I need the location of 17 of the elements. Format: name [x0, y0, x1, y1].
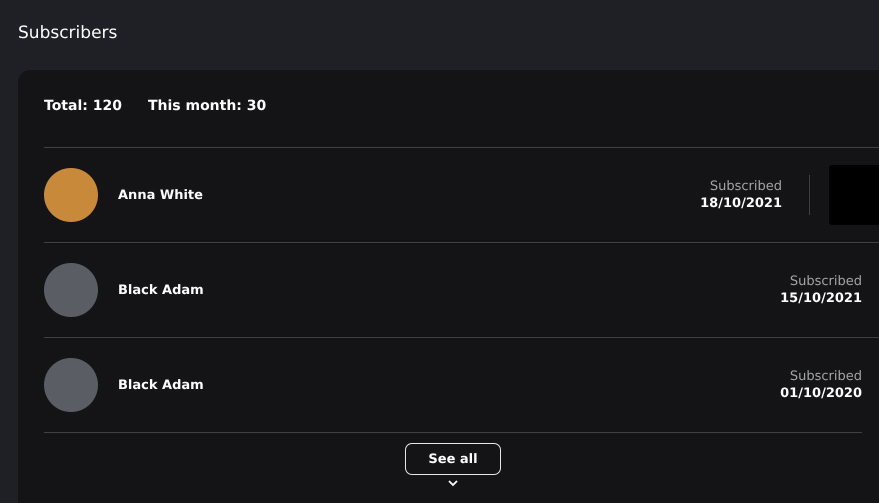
avatar-photo-placeholder [44, 263, 98, 317]
status-label: Subscribed [790, 274, 862, 289]
subscription-date: 18/10/2021 [700, 196, 782, 211]
page-title: Subscribers [18, 22, 118, 45]
status-label: Subscribed [790, 369, 862, 384]
month-count: This month: 30 [148, 98, 266, 116]
avatar-photo-placeholder [44, 168, 98, 222]
avatar-photo-placeholder [44, 358, 98, 412]
total-count: Total: 120 [44, 98, 122, 116]
subscriber-name: Black Adam [118, 282, 205, 298]
status-label: Subscribed [710, 179, 782, 194]
see-all-button[interactable]: See all [405, 443, 501, 475]
subscriber-name: Anna White [118, 188, 204, 202]
chevron-down-icon [448, 480, 458, 487]
subscription-date: 15/10/2021 [780, 291, 862, 306]
subscription-date: 01/10/2020 [780, 386, 862, 401]
subscriber-name: Black Adam [118, 378, 205, 392]
